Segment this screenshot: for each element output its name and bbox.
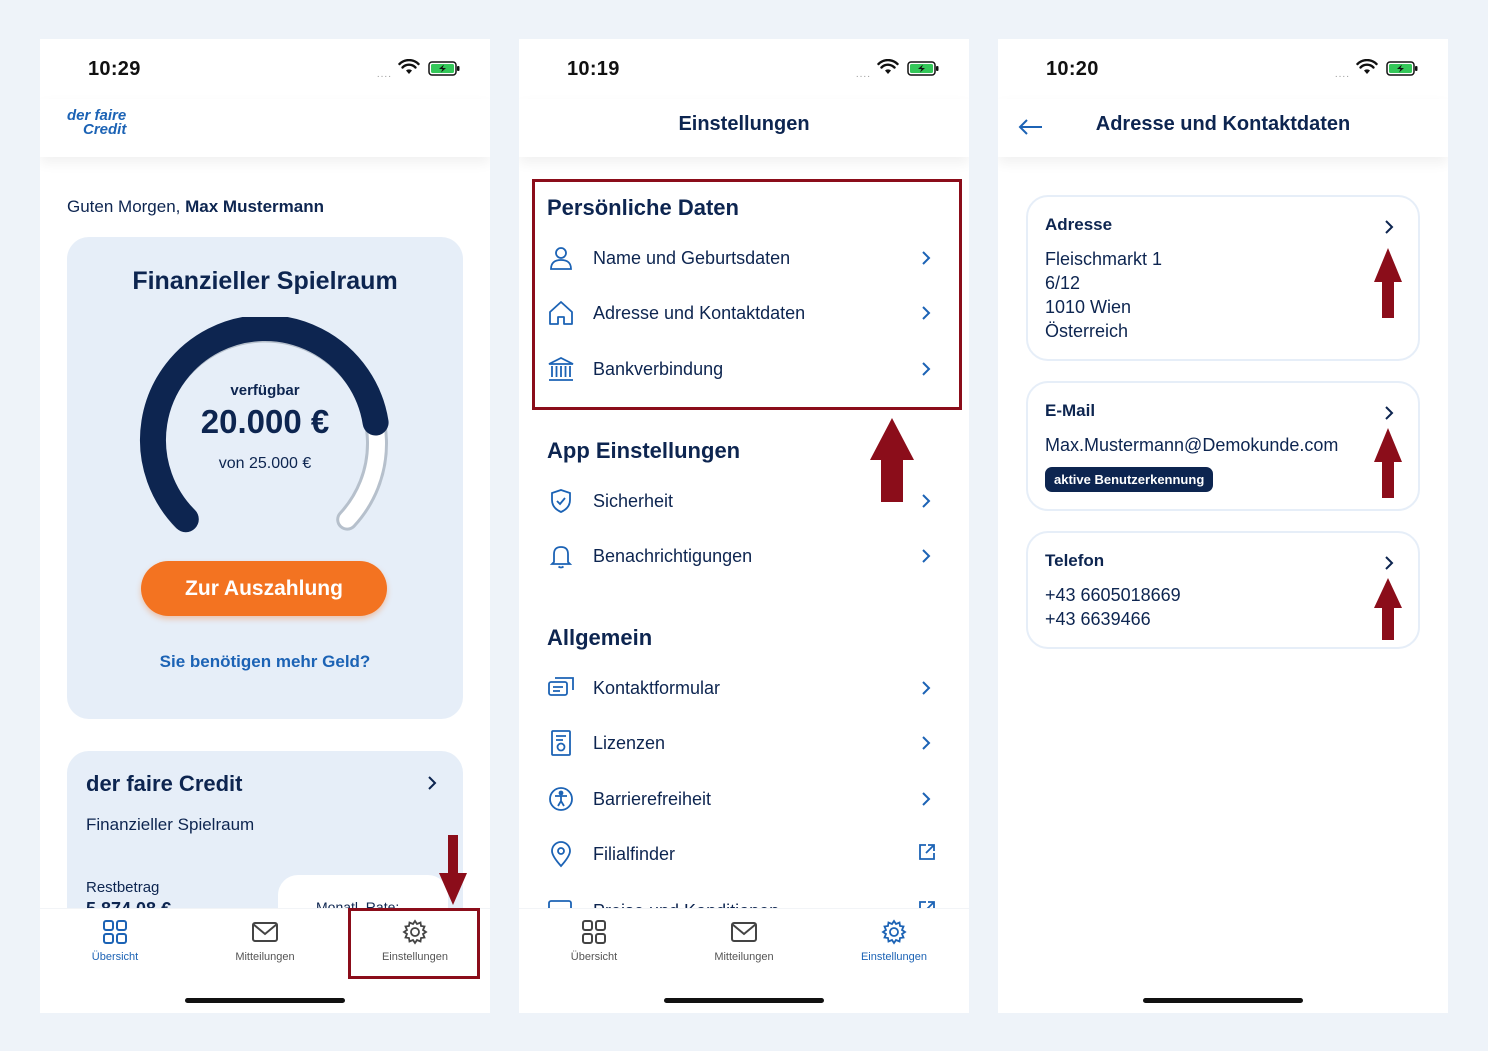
phone-number: +43 6639466	[1045, 609, 1151, 629]
more-money-link[interactable]: Sie benötigen mehr Geld?	[67, 652, 463, 672]
signal-icon: ....	[855, 69, 871, 80]
financial-room-card: Finanzieller Spielraum verfügbar 20.000 …	[67, 237, 463, 719]
arrow-up-icon	[1374, 248, 1402, 318]
gear-icon	[881, 919, 907, 945]
settings-item-licenses[interactable]: Lizenzen	[547, 729, 941, 759]
settings-item-branch-finder[interactable]: Filialfinder	[547, 840, 941, 870]
tab-overview[interactable]: Übersicht	[40, 919, 190, 963]
status-bar: 10:20 ....	[998, 39, 1448, 99]
settings-item-label: Barrierefreiheit	[593, 789, 712, 809]
rest-label: Restbetrag	[86, 879, 160, 896]
settings-item-contact-form[interactable]: Kontaktformular	[547, 674, 941, 704]
phone-screen-contact-details: 10:20 .... Adresse und Kontaktdaten Adre…	[998, 39, 1448, 1013]
phone-card[interactable]: Telefon +43 6605018669 +43 6639466	[1026, 531, 1420, 649]
arrow-up-icon	[870, 418, 914, 502]
section-general-title: Allgemein	[547, 625, 653, 650]
battery-icon	[428, 61, 460, 76]
highlight-settings-tab	[348, 908, 480, 979]
page-title: Einstellungen	[678, 113, 810, 135]
status-time: 10:29	[88, 58, 141, 80]
app-header: der faire Credit	[40, 99, 490, 157]
settings-item-accessibility[interactable]: Barrierefreiheit	[547, 785, 941, 815]
chevron-right-icon	[922, 792, 931, 806]
email-card[interactable]: E-Mail Max.Mustermann@Demokunde.com akti…	[1026, 381, 1420, 511]
shield-icon	[551, 489, 571, 513]
chevron-right-icon	[1385, 556, 1394, 570]
home-indicator	[185, 998, 345, 1003]
product-subtitle: Finanzieller Spielraum	[86, 815, 255, 834]
settings-item-label: Filialfinder	[593, 844, 676, 864]
overview-content: Guten Morgen, Max Mustermann Finanzielle…	[40, 157, 490, 947]
tab-settings[interactable]: Einstellungen	[819, 919, 969, 963]
status-bar: 10:29 ....	[40, 39, 490, 99]
total-amount: von 25.000 €	[218, 455, 312, 472]
arrow-down-icon	[439, 835, 467, 905]
status-time: 10:19	[567, 58, 620, 80]
settings-item-label: Benachrichtigungen	[593, 546, 753, 566]
chat-icon	[548, 677, 574, 696]
chevron-right-icon	[922, 494, 931, 508]
tab-messages[interactable]: Mitteilungen	[190, 919, 340, 963]
settings-item-notifications[interactable]: Benachrichtigungen	[547, 542, 941, 572]
card-title: Telefon	[1045, 551, 1105, 570]
settings-item-label: Lizenzen	[593, 733, 666, 753]
arrow-up-icon	[1374, 578, 1402, 640]
chevron-right-icon	[1385, 406, 1394, 420]
tab-bar: Übersicht Mitteilungen Einstellungen	[519, 908, 969, 1013]
app-header: Adresse und Kontaktdaten	[998, 99, 1448, 157]
highlight-personal-data	[532, 179, 962, 410]
mail-icon	[731, 922, 757, 942]
wifi-icon	[877, 59, 899, 74]
section-app-title: App Einstellungen	[547, 438, 741, 463]
address-line: 6/12	[1045, 273, 1081, 293]
card-title: Adresse	[1045, 215, 1113, 234]
signal-icon: ....	[1334, 69, 1350, 80]
address-card[interactable]: Adresse Fleischmarkt 1 6/12 1010 Wien Ös…	[1026, 195, 1420, 361]
arrow-up-icon	[1374, 428, 1402, 498]
card-title: E-Mail	[1045, 401, 1096, 420]
app-header: Einstellungen	[519, 99, 969, 157]
page-title: Adresse und Kontaktdaten	[1095, 113, 1351, 135]
battery-icon	[1386, 61, 1418, 76]
active-login-badge: aktive Benutzerkennung	[1045, 467, 1214, 492]
chevron-right-icon	[922, 736, 931, 750]
greeting: Guten Morgen, Max Mustermann	[67, 197, 325, 216]
location-pin-icon	[551, 841, 571, 868]
battery-icon	[907, 61, 939, 76]
chevron-right-icon	[1385, 220, 1394, 234]
mail-icon	[252, 922, 278, 942]
address-line: Fleischmarkt 1	[1045, 249, 1163, 269]
bell-icon	[549, 546, 573, 569]
status-bar: 10:19 ....	[519, 39, 969, 99]
wifi-icon	[398, 59, 420, 74]
phone-screen-overview: 10:29 .... der faire Credit Guten Morgen…	[40, 39, 490, 1013]
settings-item-label: Sicherheit	[593, 491, 674, 511]
available-amount: 20.000 €	[200, 403, 330, 440]
home-indicator	[664, 998, 824, 1003]
chevron-right-icon	[922, 549, 931, 563]
status-time: 10:20	[1046, 58, 1099, 80]
external-link-icon	[919, 844, 935, 860]
chevron-right-icon	[428, 776, 437, 790]
accessibility-icon	[549, 787, 573, 811]
brand-logo: der faire Credit	[67, 107, 127, 138]
settings-item-label: Kontaktformular	[593, 678, 721, 698]
address-line: 1010 Wien	[1045, 297, 1132, 317]
wifi-icon	[1356, 59, 1378, 74]
address-line: Österreich	[1045, 321, 1129, 341]
phone-number: +43 6605018669	[1045, 585, 1181, 605]
gauge-label: verfügbar	[230, 382, 300, 399]
product-title: der faire Credit	[86, 771, 243, 796]
email-value: Max.Mustermann@Demokunde.com	[1045, 435, 1339, 455]
tab-overview[interactable]: Übersicht	[519, 919, 669, 963]
payout-button[interactable]: Zur Auszahlung	[141, 561, 387, 616]
home-indicator	[1143, 998, 1303, 1003]
card-title: Finanzieller Spielraum	[132, 267, 398, 295]
grid-icon	[103, 920, 127, 944]
certificate-icon	[551, 730, 571, 756]
signal-icon: ....	[376, 69, 392, 80]
tab-messages[interactable]: Mitteilungen	[669, 919, 819, 963]
grid-icon	[582, 920, 606, 944]
chevron-right-icon	[922, 681, 931, 695]
